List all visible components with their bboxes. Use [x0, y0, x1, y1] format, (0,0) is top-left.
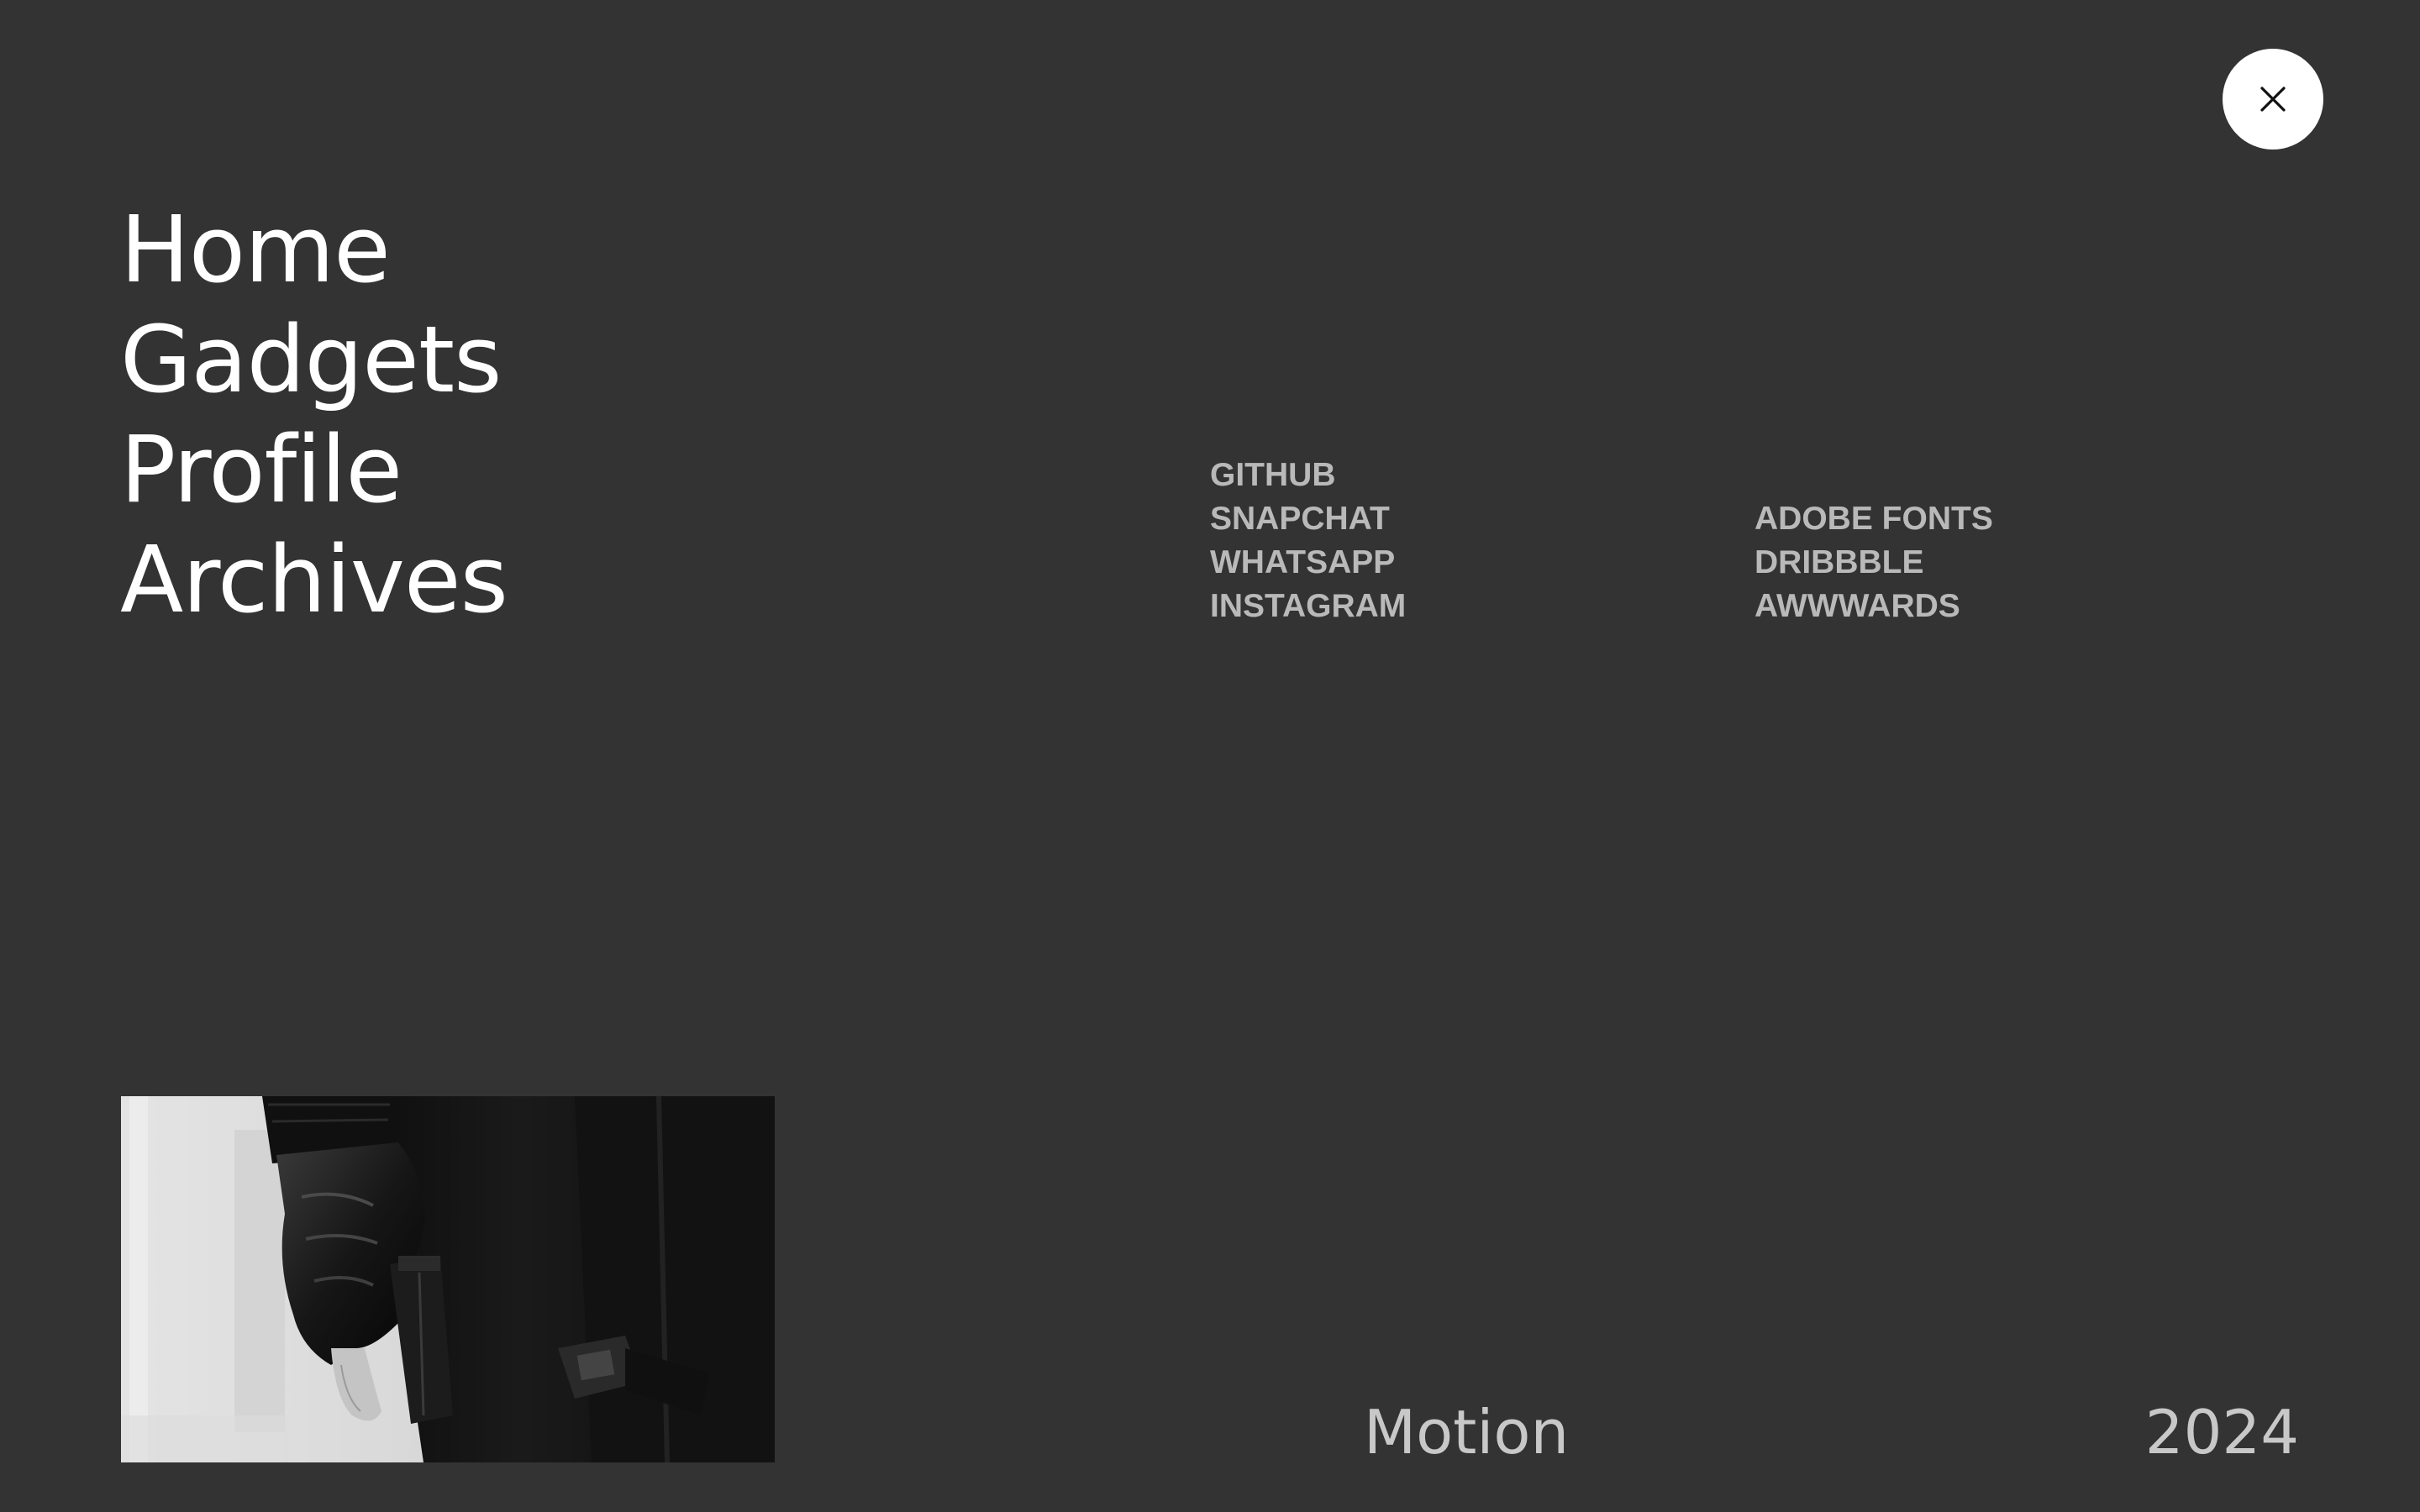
main-nav: Home Gadgets Profile Archives [120, 195, 508, 635]
social-column-spacer [1754, 454, 1993, 497]
social-link-adobe-fonts[interactable]: ADOBE FONTS [1754, 497, 1993, 541]
social-link-snapchat[interactable]: SNAPCHAT [1210, 497, 1406, 541]
close-icon [2259, 85, 2287, 113]
social-link-dribbble[interactable]: DRIBBBLE [1754, 541, 1993, 585]
social-link-github[interactable]: GITHUB [1210, 454, 1406, 497]
close-button[interactable] [2223, 49, 2323, 150]
nav-item-gadgets[interactable]: Gadgets [120, 305, 508, 415]
social-link-instagram[interactable]: INSTAGRAM [1210, 585, 1406, 628]
social-links-column-2: ADOBE FONTS DRIBBBLE AWWWARDS [1754, 454, 1993, 628]
social-links-column-1: GITHUB SNAPCHAT WHATSAPP INSTAGRAM [1210, 454, 1406, 628]
footer-year: 2024 [2144, 1397, 2299, 1467]
feature-photo [121, 1096, 775, 1462]
nav-item-archives[interactable]: Archives [120, 525, 508, 635]
social-link-awwwards[interactable]: AWWWARDS [1754, 585, 1993, 628]
nav-item-home[interactable]: Home [120, 195, 508, 305]
nav-item-profile[interactable]: Profile [120, 415, 508, 525]
footer-word: Motion [1364, 1397, 1570, 1467]
social-link-whatsapp[interactable]: WHATSAPP [1210, 541, 1406, 585]
